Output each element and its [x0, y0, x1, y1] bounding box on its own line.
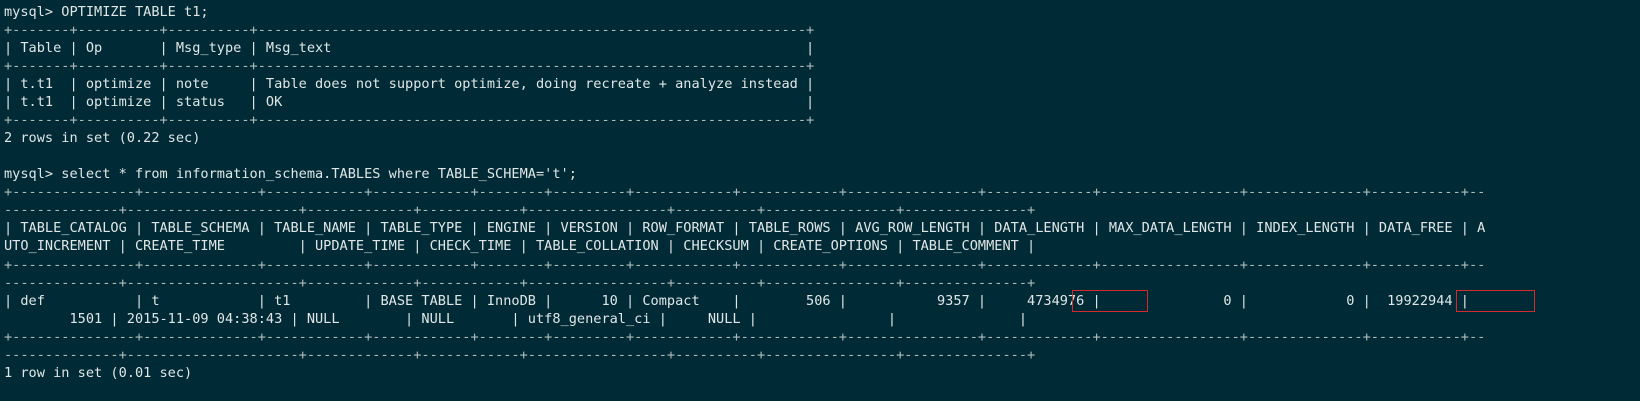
- terminal-line-prompt-optimize: mysql> OPTIMIZE TABLE t1;: [4, 4, 209, 20]
- terminal-line-table-row: | t.t1 | optimize | note | Table does no…: [4, 76, 815, 92]
- terminal-line-table-border: --------------+---------------------+---…: [4, 202, 1036, 218]
- terminal-line-table-header: | TABLE_CATALOG | TABLE_SCHEMA | TABLE_N…: [4, 220, 1486, 236]
- terminal-line-table-header: UTO_INCREMENT | CREATE_TIME | UPDATE_TIM…: [4, 238, 1036, 254]
- terminal-line-table-header: | Table | Op | Msg_type | Msg_text |: [4, 40, 815, 56]
- terminal-line-table-border: --------------+---------------------+---…: [4, 347, 1036, 363]
- terminal-line-table-row: | t.t1 | optimize | status | OK |: [4, 94, 815, 110]
- terminal-line-result-summary: 1 row in set (0.01 sec): [4, 365, 193, 381]
- terminal-line-table-border: +-------+----------+----------+---------…: [4, 112, 815, 128]
- terminal-line-table-border: --------------+---------------------+---…: [4, 275, 1036, 291]
- terminal-line-table-border: +-------+----------+----------+---------…: [4, 22, 815, 38]
- terminal-line-table-border: +-------+----------+----------+---------…: [4, 58, 815, 74]
- terminal-line-table-border: +---------------+--------------+--------…: [4, 184, 1486, 200]
- terminal-line-prompt-select: mysql> select * from information_schema.…: [4, 166, 577, 182]
- terminal-line-result-summary: 2 rows in set (0.22 sec): [4, 130, 201, 146]
- terminal-line-table-row: 1501 | 2015-11-09 04:38:43 | NULL | NULL…: [4, 311, 1028, 327]
- terminal-window[interactable]: mysql> OPTIMIZE TABLE t1; +-------+-----…: [0, 0, 1640, 401]
- terminal-line-table-border: +---------------+--------------+--------…: [4, 257, 1486, 273]
- terminal-line-table-border: +---------------+--------------+--------…: [4, 329, 1486, 345]
- terminal-line-table-row: | def | t | t1 | BASE TABLE | InnoDB | 1…: [4, 293, 1469, 309]
